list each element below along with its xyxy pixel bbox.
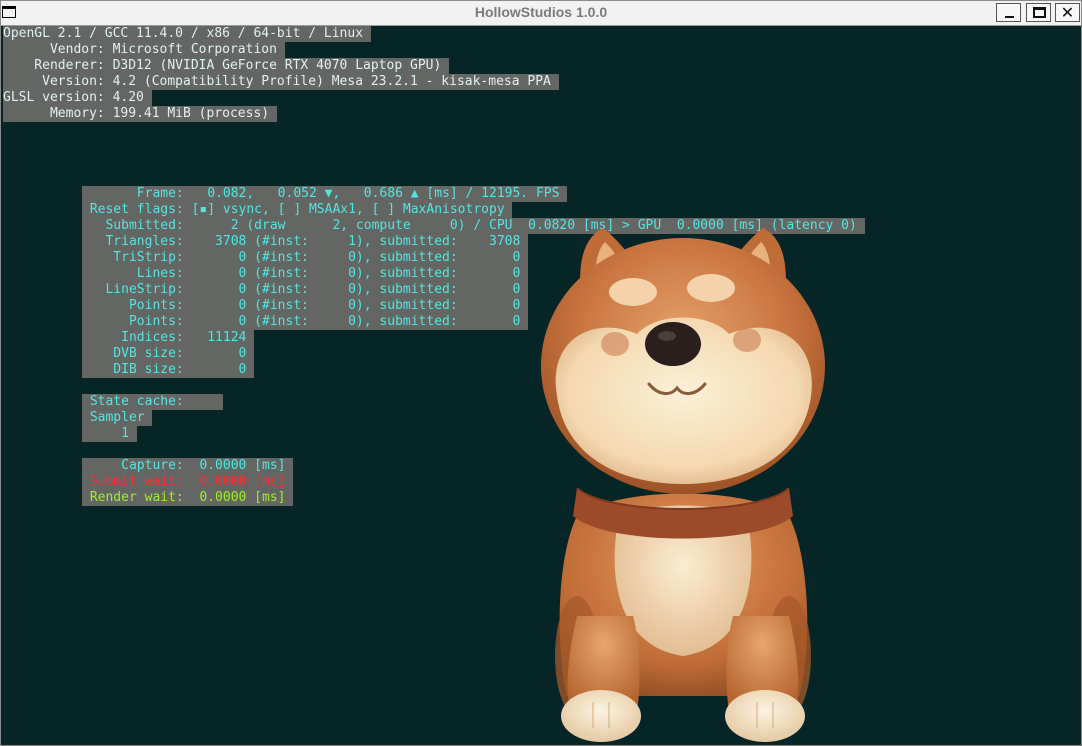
close-icon: ✕ [1060,3,1075,22]
stats-triangles: Triangles: 3708 (#inst: 1), submitted: 3… [82,234,529,250]
window-title: HollowStudios 1.0.0 [474,4,608,20]
stats-dvb-size: DVB size: 0 [82,346,255,362]
stats-linestrip: LineStrip: 0 (#inst: 0), submitted: 0 [82,282,529,298]
stats-tristrip: TriStrip: 0 (#inst: 0), submitted: 0 [82,250,529,266]
header-line-version: Version: 4.2 (Compatibility Profile) Mes… [3,74,559,90]
state-cache-label: State cache: [82,394,223,410]
header-line-renderer: Renderer: D3D12 (NVIDIA GeForce RTX 4070… [3,58,450,74]
stats-lines: Lines: 0 (#inst: 0), submitted: 0 [82,266,529,282]
render-viewport[interactable]: OpenGL 2.1 / GCC 11.4.0 / x86 / 64-bit /… [1,26,1081,745]
close-button[interactable]: ✕ [1055,3,1080,22]
sampler-value: 1 [82,426,137,442]
header-line-glsl: GLSL version: 4.20 [3,90,152,106]
maximize-icon [1033,7,1046,18]
app-window: HollowStudios 1.0.0 ✕ OpenGL 2.1 / GCC 1… [0,0,1082,746]
shiba-dog-model [537,216,829,745]
capture-time: Capture: 0.0000 [ms] [82,458,294,474]
submit-wait-time: Submit wait: 0.0000 [ms] [82,474,294,490]
title-bar[interactable]: HollowStudios 1.0.0 ✕ [1,1,1081,26]
render-wait-time: Render wait: 0.0000 [ms] [82,490,294,506]
stats-points: Points: 0 (#inst: 0), submitted: 0 [82,314,529,330]
header-line-memory: Memory: 199.41 MiB (process) [3,106,277,122]
stats-frame: Frame: 0.082, 0.052 ▼, 0.686 ▲ [ms] / 12… [82,186,568,202]
stats-reset-flags: Reset flags: [▪] vsync, [ ] MSAAx1, [ ] … [82,202,513,218]
sampler-label: Sampler [82,410,153,426]
maximize-button[interactable] [1026,3,1051,22]
header-line-opengl: OpenGL 2.1 / GCC 11.4.0 / x86 / 64-bit /… [3,26,371,42]
header-line-vendor: Vendor: Microsoft Corporation [3,42,285,58]
stats-dib-size: DIB size: 0 [82,362,255,378]
stats-indices: Indices: 11124 [82,330,255,346]
stats-points: Points: 0 (#inst: 0), submitted: 0 [82,298,529,314]
minimize-icon [1005,16,1014,18]
minimize-button[interactable] [996,3,1021,22]
